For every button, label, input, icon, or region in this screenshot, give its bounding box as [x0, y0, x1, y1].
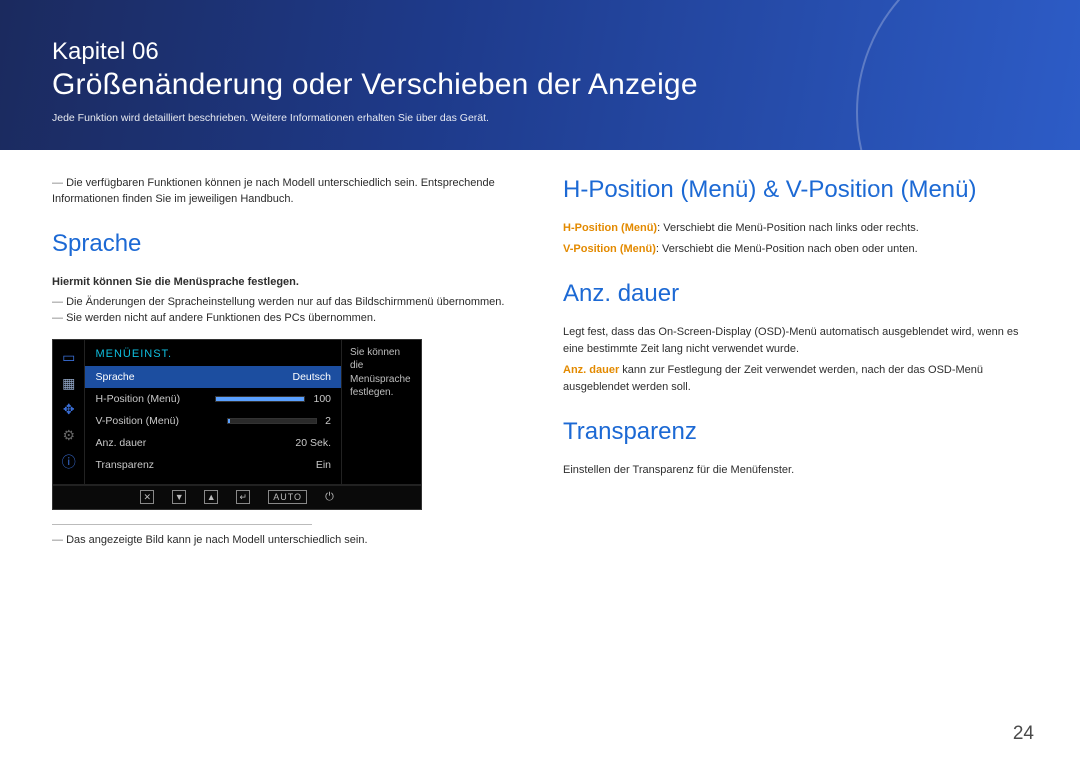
- osd-menu-item: Sprache Deutsch: [85, 366, 341, 388]
- osd-item-label: Transparenz: [95, 459, 215, 471]
- divider: [52, 524, 312, 525]
- move-icon: ✥: [59, 400, 79, 420]
- osd-item-label: Sprache: [95, 371, 215, 383]
- osd-item-value: 100: [313, 393, 331, 405]
- picture-icon: ▦: [59, 374, 79, 394]
- page-number: 24: [1013, 723, 1034, 745]
- hposition-label: H-Position (Menü): [563, 222, 657, 234]
- close-icon: ✕: [140, 490, 154, 504]
- osd-item-value: Deutsch: [292, 371, 331, 383]
- section-heading-sprache: Sprache: [52, 230, 517, 258]
- osd-menu-header: MENÜEINST.: [85, 346, 341, 366]
- anzdauer-text-2: Anz. dauer kann zur Festlegung der Zeit …: [563, 362, 1028, 396]
- osd-menu-item: H-Position (Menü) 100: [85, 388, 341, 410]
- up-icon: ▲: [204, 490, 218, 504]
- osd-item-value: Ein: [316, 459, 331, 471]
- osd-item-label: Anz. dauer: [95, 437, 215, 449]
- chapter-subtitle: Jede Funktion wird detailliert beschrieb…: [52, 112, 1028, 124]
- osd-nav-bar: ✕ ▼ ▲ ↵ AUTO ⏻: [53, 485, 421, 509]
- osd-item-value: 20 Sek.: [295, 437, 331, 449]
- osd-screenshot: ▭ ▦ ✥ ⚙ ⓘ MENÜEINST. Sprache Deutsch H-Pos…: [52, 339, 422, 510]
- section-heading-transparenz: Transparenz: [563, 418, 1028, 446]
- auto-button-label: AUTO: [268, 490, 307, 504]
- osd-menu-item: V-Position (Menü) 2: [85, 410, 341, 432]
- note-model-variation: Die verfügbaren Funktionen können je nac…: [52, 176, 517, 208]
- osd-category-icons: ▭ ▦ ✥ ⚙ ⓘ: [53, 340, 84, 484]
- down-icon: ▼: [172, 490, 186, 504]
- anzdauer-label: Anz. dauer: [563, 364, 619, 376]
- osd-slider: [227, 418, 317, 424]
- chapter-number: Kapitel 06: [52, 38, 1028, 66]
- gear-icon: ⚙: [59, 426, 79, 446]
- sprache-note-1: Die Änderungen der Spracheinstellung wer…: [52, 295, 517, 311]
- vposition-label: V-Position (Menü): [563, 243, 656, 255]
- section-heading-anzdauer: Anz. dauer: [563, 280, 1028, 308]
- power-icon: ⏻: [325, 491, 334, 504]
- chapter-title: Größenänderung oder Verschieben der Anze…: [52, 68, 1028, 102]
- info-icon: ⓘ: [59, 452, 79, 472]
- osd-item-value: 2: [325, 415, 331, 427]
- osd-item-label: V-Position (Menü): [95, 415, 215, 427]
- osd-menu-list: MENÜEINST. Sprache Deutsch H-Position (Men…: [84, 340, 342, 484]
- sprache-description: Hiermit können Sie die Menüsprache festl…: [52, 274, 517, 291]
- osd-help-text: Sie können die Menüsprache festlegen.: [342, 340, 421, 484]
- note-image-variation: Das angezeigte Bild kann je nach Modell …: [52, 533, 517, 549]
- monitor-icon: ▭: [59, 348, 79, 368]
- transparenz-text: Einstellen der Transparenz für die Menüf…: [563, 462, 1028, 479]
- osd-item-label: H-Position (Menü): [95, 393, 215, 405]
- enter-icon: ↵: [236, 490, 250, 504]
- osd-menu-item: Transparenz Ein: [85, 454, 341, 476]
- osd-menu-item: Anz. dauer 20 Sek.: [85, 432, 341, 454]
- osd-slider: [215, 396, 305, 402]
- chapter-banner: Kapitel 06 Größenänderung oder Verschieb…: [0, 0, 1080, 150]
- sprache-note-2: Sie werden nicht auf andere Funktionen d…: [52, 311, 517, 327]
- anzdauer-text-1: Legt fest, dass das On-Screen-Display (O…: [563, 324, 1028, 358]
